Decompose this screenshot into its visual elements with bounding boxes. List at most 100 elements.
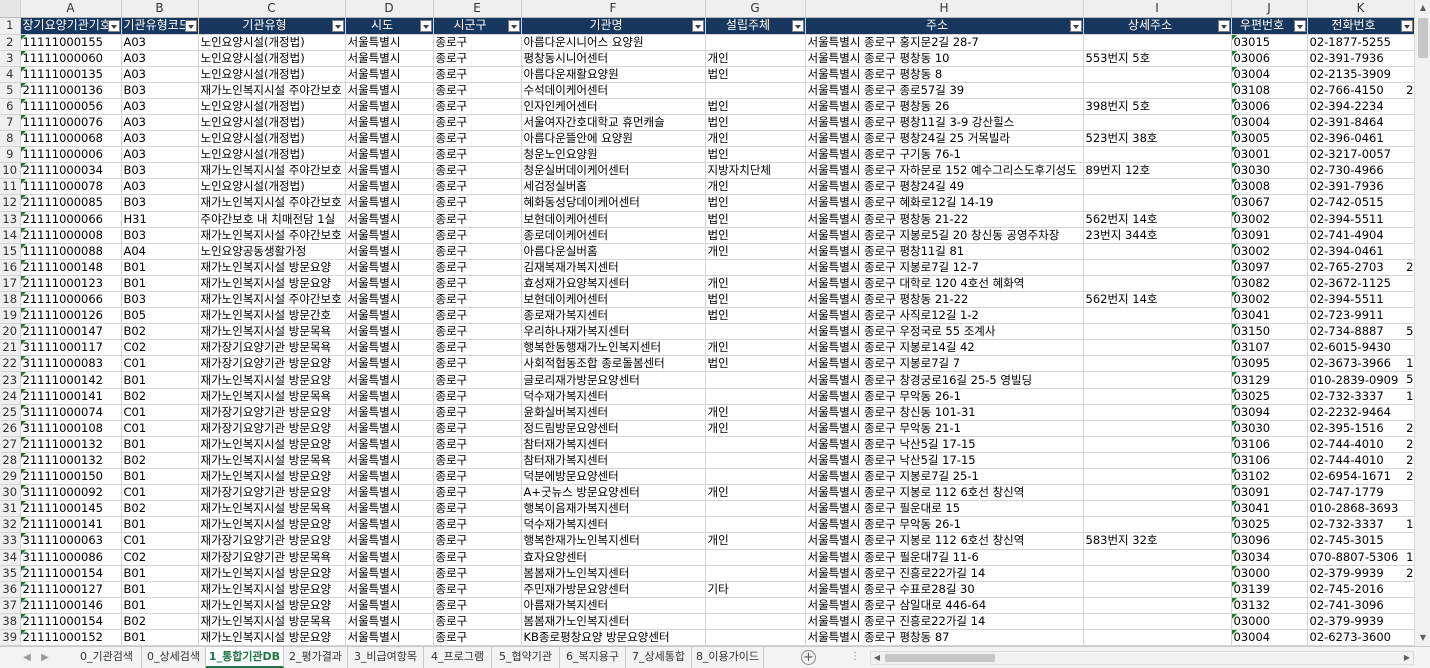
header-cell[interactable]: 시군구 — [433, 17, 522, 35]
cell[interactable]: 02-1877-5255 — [1307, 34, 1414, 51]
cell[interactable]: 서울특별시 — [345, 355, 434, 373]
cell[interactable]: 종로구 — [433, 371, 522, 389]
cell[interactable]: B01 — [121, 516, 199, 534]
row-number[interactable]: 33 — [0, 532, 21, 550]
cell[interactable]: 02-394-0461 — [1307, 243, 1414, 260]
cell[interactable] — [705, 629, 806, 646]
cell[interactable] — [705, 371, 806, 389]
filter-dropdown-icon[interactable] — [791, 19, 804, 32]
cell[interactable]: 02-396-0461 — [1307, 130, 1414, 148]
cell[interactable]: 서울특별시 종로구 필운대로 15 — [805, 500, 1084, 518]
row-number[interactable]: 19 — [0, 307, 21, 325]
cell[interactable]: 노인요양시설(개정법) — [198, 114, 346, 132]
cell[interactable]: 개인 — [705, 420, 806, 437]
cell[interactable]: 23번지 344호 — [1083, 227, 1232, 244]
sheet-tab[interactable]: 6_복지용구 — [560, 647, 626, 668]
cell[interactable]: 지방자치단체 — [705, 162, 806, 180]
cell[interactable] — [705, 34, 806, 51]
cell[interactable]: 재가노인복지시설 주야간보호 — [198, 291, 346, 309]
cell[interactable]: 서울특별시 종로구 낙산5길 17-15 — [805, 452, 1084, 470]
cell[interactable] — [705, 452, 806, 470]
cell[interactable]: 재가노인복지시설 방문요양 — [198, 436, 346, 453]
cell[interactable]: 21111000145 — [20, 500, 122, 518]
cell[interactable]: 03041 — [1231, 500, 1308, 518]
cell[interactable]: 21111000152 — [20, 629, 122, 646]
cell[interactable]: 서울특별시 — [345, 613, 434, 630]
cell[interactable]: B02 — [121, 613, 199, 630]
row-number[interactable]: 36 — [0, 581, 21, 598]
cell[interactable]: 법인 — [705, 291, 806, 309]
cell[interactable]: 서울특별시 종로구 창경궁로16길 25-5 영빌딩 — [805, 371, 1084, 389]
row-number[interactable]: 4 — [0, 66, 21, 83]
cell[interactable]: 03108 — [1231, 82, 1308, 99]
cell[interactable]: 03129 — [1231, 371, 1308, 389]
cell[interactable]: 서울특별시 — [345, 468, 434, 486]
cell[interactable]: 583번지 32호 — [1083, 532, 1232, 550]
cell[interactable]: 서울특별시 종로구 무악동 26-1 — [805, 388, 1084, 405]
sheet-tab[interactable]: 0_상세검색 — [142, 647, 206, 668]
cell[interactable]: 서울특별시 종로구 지봉로14길 42 — [805, 339, 1084, 357]
cell[interactable]: 서울특별시 종로구 낙산5길 17-15 — [805, 436, 1084, 453]
row-number[interactable]: 29 — [0, 468, 21, 486]
scroll-down-icon[interactable]: ▼ — [1415, 630, 1430, 646]
cell[interactable]: 재가장기요양기관 방문요양 — [198, 484, 346, 502]
cell[interactable] — [705, 82, 806, 99]
cell[interactable]: 서울특별시 — [345, 66, 434, 83]
cell[interactable]: 523번지 38호 — [1083, 130, 1232, 148]
cell[interactable]: 03150 — [1231, 323, 1308, 341]
sheet-tab[interactable]: 5_협약기관 — [492, 647, 560, 668]
cell[interactable]: 서울특별시 — [345, 82, 434, 99]
cell[interactable]: 서울특별시 — [345, 404, 434, 421]
cell[interactable]: B01 — [121, 468, 199, 486]
row-number[interactable]: 12 — [0, 194, 21, 212]
cell[interactable]: 02-2232-9464 — [1307, 404, 1414, 421]
cell[interactable]: 02-6273-3600 — [1307, 629, 1414, 646]
cell[interactable]: 글로리재가방문요양센터 — [521, 371, 706, 389]
cell[interactable]: 02-730-4966 — [1307, 162, 1414, 180]
cell[interactable]: 종로구 — [433, 532, 522, 550]
cell[interactable]: B03 — [121, 194, 199, 212]
column-header-i[interactable]: I — [1083, 0, 1232, 18]
cell[interactable]: B01 — [121, 436, 199, 453]
cell[interactable] — [1083, 549, 1232, 566]
cell[interactable]: 서울특별시 — [345, 436, 434, 453]
cell[interactable]: 02-741-4904 — [1307, 227, 1414, 244]
cell[interactable]: 21111000136 — [20, 82, 122, 99]
sheet-tab[interactable]: 4_프로그램 — [424, 647, 492, 668]
cell[interactable]: 서울특별시 종로구 평창동 21-22 — [805, 291, 1084, 309]
cell[interactable]: 행복한재가노인복지센터 — [521, 532, 706, 550]
cell[interactable]: 서울특별시 — [345, 243, 434, 260]
cell[interactable]: A03 — [121, 66, 199, 83]
sheet-tab[interactable]: 8_이용가이드 — [692, 647, 764, 668]
cell[interactable]: B01 — [121, 371, 199, 389]
cell[interactable]: 02-732-3337 1 — [1307, 388, 1414, 405]
cell[interactable]: 03002 — [1231, 243, 1308, 260]
add-sheet-icon[interactable]: + — [801, 650, 816, 665]
cell[interactable]: 서울특별시 — [345, 34, 434, 51]
cell[interactable]: 기타 — [705, 581, 806, 598]
cell[interactable]: 종로구 — [433, 581, 522, 598]
cell[interactable]: 개인 — [705, 130, 806, 148]
cell[interactable]: 서울특별시 — [345, 98, 434, 115]
cell[interactable]: 553번지 5호 — [1083, 50, 1232, 67]
cell[interactable]: 03004 — [1231, 66, 1308, 83]
cell[interactable]: 윤화실버복지센터 — [521, 404, 706, 421]
cell[interactable]: 종로구 — [433, 275, 522, 293]
cell[interactable]: 법인 — [705, 227, 806, 244]
cell[interactable]: 종로구 — [433, 355, 522, 373]
cell[interactable]: A04 — [121, 243, 199, 260]
cell[interactable]: B03 — [121, 162, 199, 180]
cell[interactable] — [1083, 259, 1232, 276]
cell[interactable]: 서울특별시 종로구 지봉로7길 12-7 — [805, 259, 1084, 276]
cell[interactable]: 재가노인복지시설 방문간호 — [198, 307, 346, 325]
cell[interactable]: 21111000154 — [20, 565, 122, 582]
cell[interactable]: 03006 — [1231, 98, 1308, 115]
cell[interactable]: 11111000088 — [20, 243, 122, 260]
cell[interactable] — [1083, 484, 1232, 502]
cell[interactable]: 서울특별시 종로구 사직로12길 1-2 — [805, 307, 1084, 325]
filter-dropdown-icon[interactable] — [1217, 19, 1230, 32]
cell[interactable]: 서울특별시 — [345, 581, 434, 598]
cell[interactable]: 행복한동행재가노인복지센터 — [521, 339, 706, 357]
cell[interactable]: 03097 — [1231, 259, 1308, 276]
cell[interactable]: B02 — [121, 500, 199, 518]
